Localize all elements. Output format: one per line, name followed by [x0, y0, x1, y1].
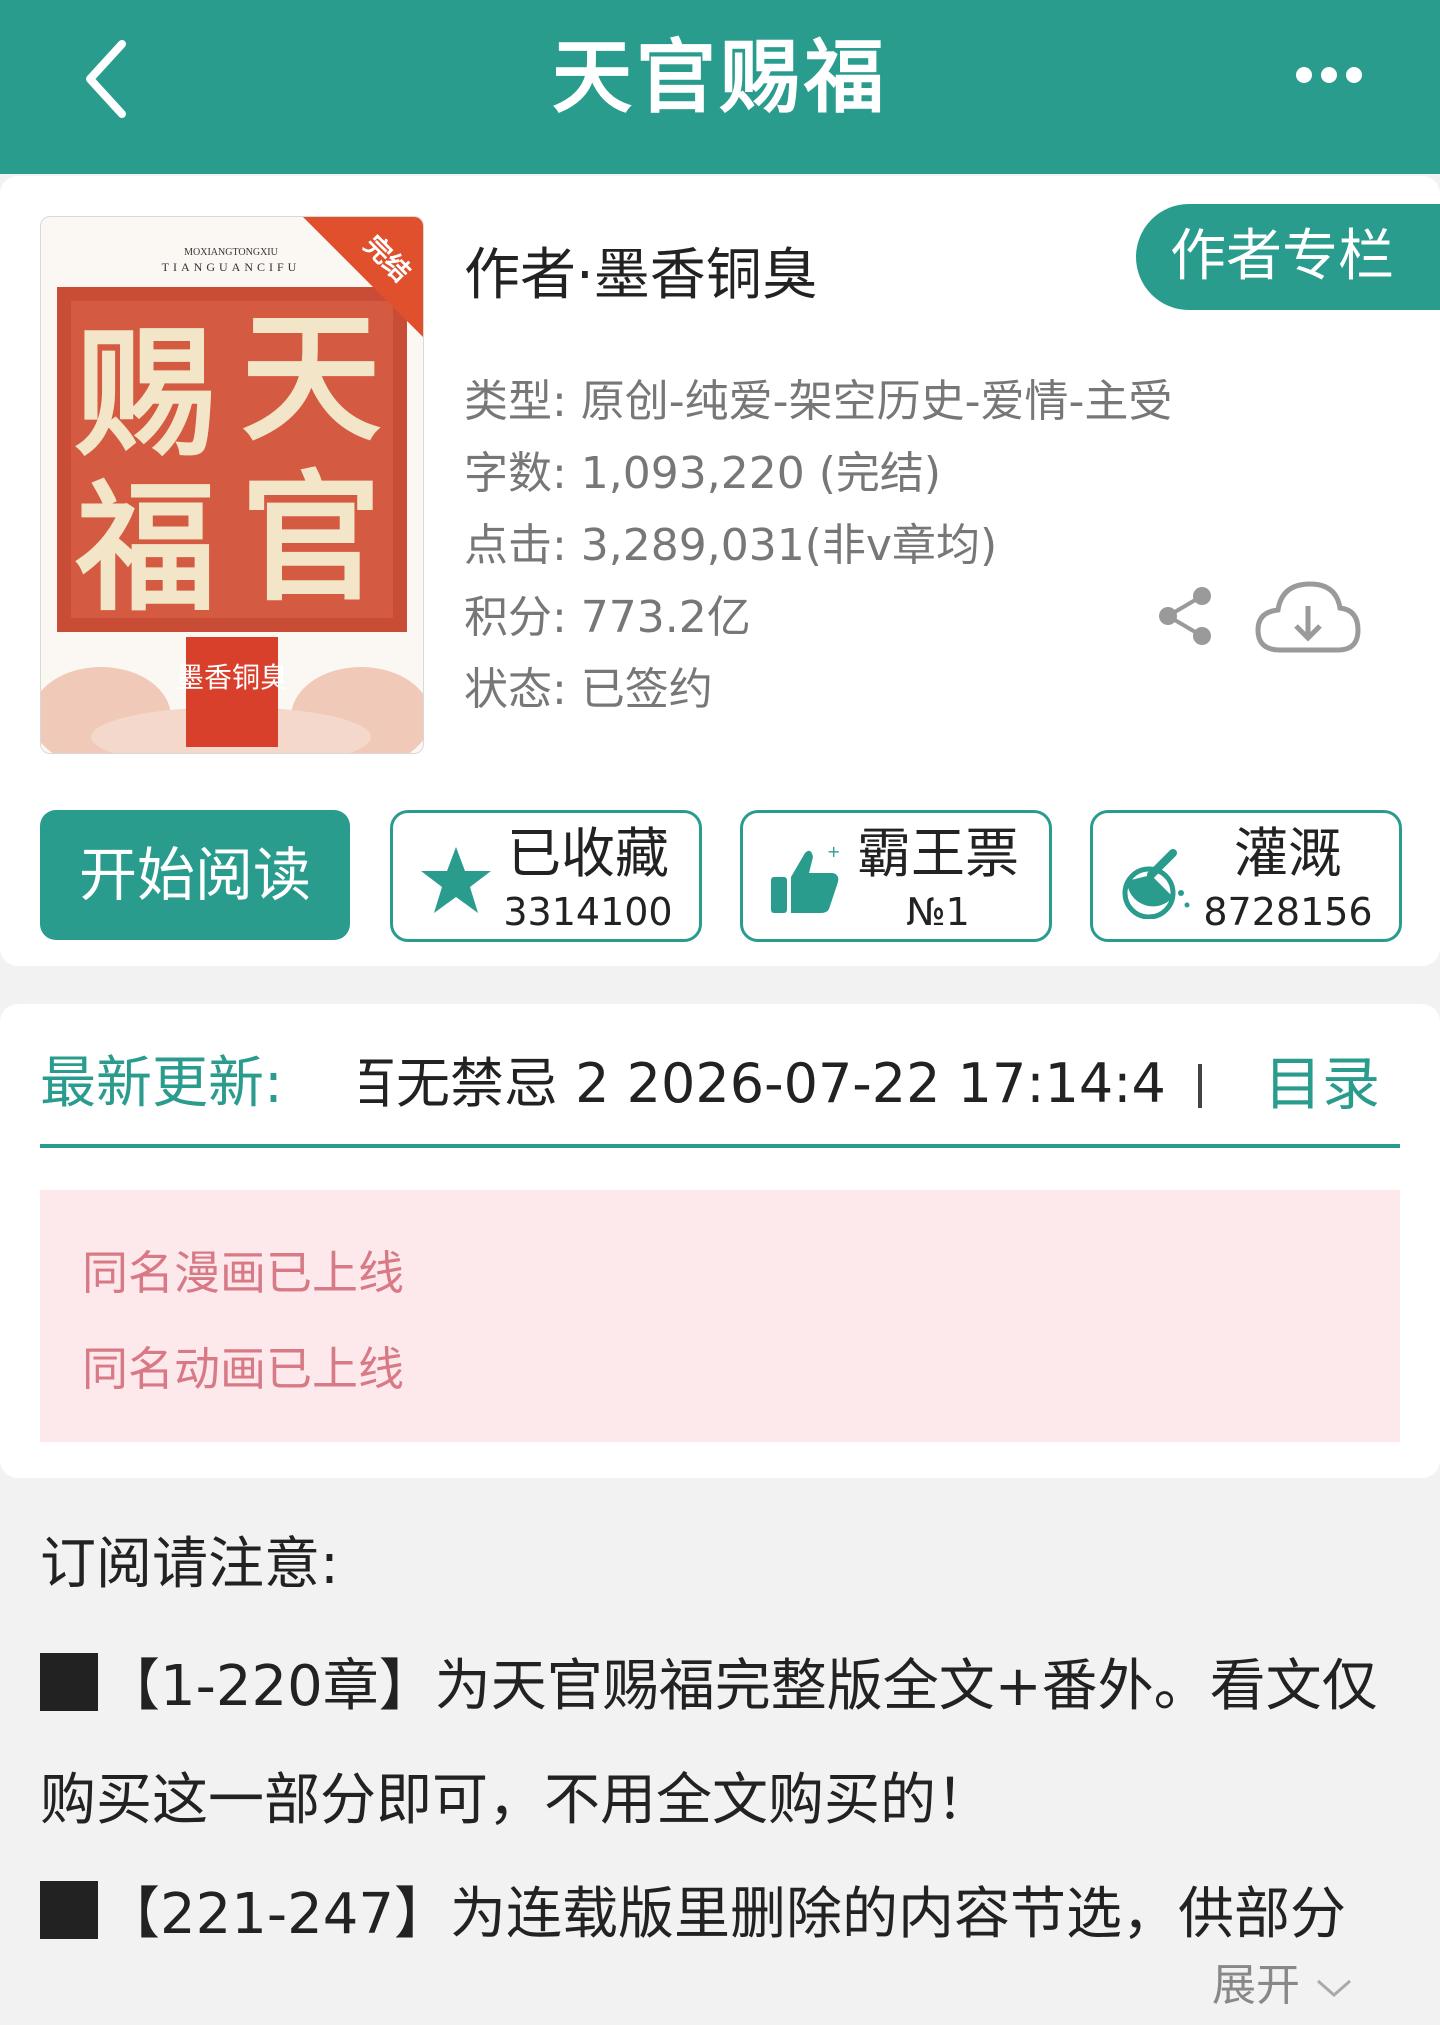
cover-art: MOXIANGTONGXIU TIANGUANCIFU 赐 天 福 官 墨香铜臭…: [41, 217, 423, 753]
notes-title: 订阅请注意:: [40, 1532, 339, 1597]
book-info-card: MOXIANGTONGXIU TIANGUANCIFU 赐 天 福 官 墨香铜臭…: [0, 176, 1440, 966]
note-paragraph-2: 【221-247】为连载版里删除的内容节选，供部分: [40, 1858, 1410, 1972]
notice-anime[interactable]: 同名动画已上线: [82, 1334, 404, 1404]
latest-chapter-marquee[interactable]: 百无禁忌 2 2026-07-22 17:14:4: [360, 1044, 1180, 1124]
update-card: 最新更新: 百无禁忌 2 2026-07-22 17:14:4 目录 同名漫画已…: [0, 1004, 1440, 1478]
irrigate-count: 8728156: [1203, 890, 1373, 934]
author-name[interactable]: 作者·墨香铜臭: [464, 236, 818, 316]
svg-text:+: +: [827, 842, 840, 861]
thumbs-up-icon: +: [771, 842, 840, 913]
cover-char-2: 天: [241, 297, 381, 461]
note-paragraph-1: 【1-220章】为天官赐福完整版全文+番外。看文仅购买这一部分即可，不用全文购买…: [40, 1630, 1410, 1858]
book-clicks: 点击: 3,289,031(非v章均): [464, 520, 998, 571]
note-text-2: 【221-247】为连载版里删除的内容节选，供部分: [104, 1882, 1346, 1947]
update-underline: [40, 1144, 1400, 1148]
star-icon: [421, 847, 491, 913]
latest-update-label: 最新更新:: [40, 1051, 283, 1116]
cover-char-3: 福: [75, 467, 216, 631]
download-cloud-icon[interactable]: [1252, 576, 1362, 656]
book-type: 类型: 原创-纯爱-架空历史-爱情-主受: [464, 376, 1173, 427]
chevron-down-icon: [1317, 1979, 1351, 1997]
note-text-1: 【1-220章】为天官赐福完整版全文+番外。看文仅购买这一部分即可，不用全文购买…: [40, 1654, 1378, 1833]
cover-char-1: 赐: [75, 312, 216, 476]
table-of-contents-link[interactable]: 目录: [1264, 1044, 1380, 1124]
book-score: 积分: 773.2亿: [464, 592, 751, 643]
vote-rank: №1: [906, 890, 970, 934]
book-cover[interactable]: MOXIANGTONGXIU TIANGUANCIFU 赐 天 福 官 墨香铜臭…: [40, 216, 424, 754]
favorite-count: 3314100: [503, 890, 673, 934]
more-icon[interactable]: [1294, 60, 1364, 90]
expand-button[interactable]: 展开: [1212, 1956, 1354, 2016]
author-column-button[interactable]: 作者专栏: [1136, 204, 1440, 310]
bullet-square: [40, 1653, 98, 1711]
favorite-button[interactable]: 已收藏 3314100: [390, 810, 702, 942]
vote-button[interactable]: + 霸王票 №1: [740, 810, 1052, 942]
book-word-count: 字数: 1,093,220 (完结): [464, 448, 942, 499]
irrigate-button[interactable]: 灌溉 8728156: [1090, 810, 1402, 942]
latest-chapter-text: 百无禁忌 2 2026-07-22 17:14:4: [360, 1052, 1166, 1115]
page-title: 天官赐福: [552, 31, 888, 124]
cover-pinyin-top: MOXIANGTONGXIU: [184, 247, 278, 258]
favorite-label: 已收藏: [507, 822, 669, 885]
top-bar: 天官赐福: [0, 0, 1440, 174]
bullet-square: [40, 1881, 98, 1939]
flask-icon: [1122, 849, 1190, 919]
notice-box: 同名漫画已上线 同名动画已上线: [40, 1190, 1400, 1442]
cover-char-4: 官: [241, 457, 381, 621]
start-reading-button[interactable]: 开始阅读: [40, 810, 350, 940]
share-icon[interactable]: [1154, 584, 1218, 648]
book-status: 状态: 已签约: [464, 664, 713, 715]
expand-label: 展开: [1212, 1960, 1300, 2011]
vote-label: 霸王票: [857, 822, 1019, 885]
notice-manhua[interactable]: 同名漫画已上线: [82, 1238, 404, 1308]
irrigate-label: 灌溉: [1234, 822, 1342, 885]
divider: [1198, 1064, 1202, 1108]
cover-author: 墨香铜臭: [176, 661, 288, 694]
cover-pinyin-sub: TIANGUANCIFU: [162, 260, 301, 274]
